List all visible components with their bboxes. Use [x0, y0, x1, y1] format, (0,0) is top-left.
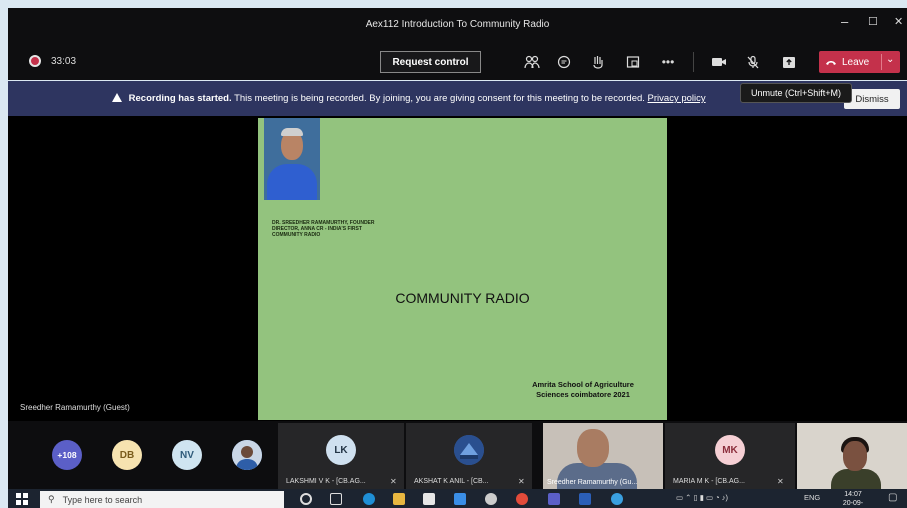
mic-muted-icon: ✕ [390, 477, 397, 486]
clock-date: 20-09-2021 [842, 500, 864, 507]
mic-muted-icon: ✕ [777, 477, 784, 486]
chat-icon[interactable] [554, 52, 574, 72]
phone-hangup-icon [826, 60, 836, 65]
warning-icon [112, 93, 122, 102]
meeting-toolbar: 33:03 Request control ••• Leave ⌄ [8, 44, 907, 80]
leave-label: Leave [842, 56, 870, 68]
participant-avatar: LK [326, 435, 356, 465]
language-indicator[interactable]: ENG [804, 493, 820, 502]
participant-tile[interactable]: AKSHAT K ANIL - [CB... ✕ [406, 423, 532, 489]
more-options-icon[interactable]: ••• [658, 52, 678, 72]
taskbar-clock[interactable]: 14:07 20-09-2021 [838, 490, 868, 508]
tray-icons[interactable]: ▭ ⌃ ▯ ▮ ▭ ◔ ♪) [676, 493, 728, 502]
participant-avatar: MK [715, 435, 745, 465]
app-icon[interactable] [611, 493, 623, 505]
request-control-button[interactable]: Request control [380, 51, 481, 73]
search-icon: ⚲ [48, 494, 55, 504]
dismiss-button[interactable]: Dismiss [844, 89, 900, 109]
participant-tile[interactable]: LK LAKSHMI V K - [CB.AG... ✕ [278, 423, 404, 489]
minimize-icon[interactable]: – [841, 14, 848, 29]
participant-name: MARIA M K - [CB.AG... [673, 478, 745, 485]
edge-icon[interactable] [363, 493, 375, 505]
participants-row: +108 DB NV LK LAKSHMI V K - [CB.AG... ✕ … [8, 421, 907, 489]
slide-footer-line2: Sciences coimbatore 2021 [536, 390, 630, 399]
mic-muted-icon: ✕ [518, 477, 525, 486]
slide-caption: DR. SREEDHER RAMAMURTHY, FOUNDER DIRECTO… [272, 220, 375, 238]
meeting-timer: 33:03 [51, 56, 77, 67]
window-title-bar: Aex112 Introduction To Community Radio –… [8, 8, 907, 44]
presenter-photo [264, 118, 320, 200]
reactions-icon[interactable] [588, 52, 608, 72]
recording-consent-text: This meeting is being recorded. By joini… [234, 93, 645, 104]
recording-icon [29, 55, 41, 67]
participant-video-tile[interactable]: Sreedher Ramamurthy (Gu... [543, 423, 663, 489]
chevron-down-icon[interactable]: ⌄ [886, 54, 894, 65]
share-screen-icon[interactable] [779, 52, 799, 72]
notifications-icon[interactable]: ▢ [888, 492, 897, 503]
slide-heading: COMMUNITY RADIO [395, 290, 530, 306]
toolbar-divider [693, 52, 694, 72]
participant-name: Sreedher Ramamurthy (Gu... [547, 479, 638, 486]
unmute-tooltip: Unmute (Ctrl+Shift+M) [740, 83, 852, 103]
taskbar-search-input[interactable]: ⚲ Type here to search [40, 491, 284, 508]
maximize-icon[interactable]: ☐ [868, 15, 878, 28]
task-view-icon[interactable] [330, 493, 342, 505]
chrome-icon[interactable] [516, 493, 528, 505]
presenter-name-label: Sreedher Ramamurthy (Guest) [20, 403, 130, 412]
more-participants-button[interactable]: +108 [52, 440, 82, 470]
teams-icon[interactable] [548, 493, 560, 505]
clock-time: 14:07 [844, 491, 862, 498]
app-icon[interactable] [485, 493, 497, 505]
participant-avatar[interactable]: DB [112, 440, 142, 470]
leave-button[interactable]: Leave ⌄ [819, 51, 900, 73]
camera-icon[interactable] [709, 52, 729, 72]
participant-photo-avatar[interactable] [232, 440, 262, 470]
mic-muted-icon[interactable] [743, 52, 763, 72]
participant-name: LAKSHMI V K - [CB.AG... [286, 478, 366, 485]
file-explorer-icon[interactable] [393, 493, 405, 505]
rooms-icon[interactable] [623, 52, 643, 72]
meeting-stage: DR. SREEDHER RAMAMURTHY, FOUNDER DIRECTO… [8, 116, 907, 421]
participant-avatar[interactable]: NV [172, 440, 202, 470]
participant-name: AKSHAT K ANIL - [CB... [414, 478, 489, 485]
windows-taskbar: ⚲ Type here to search ▭ ⌃ ▯ ▮ ▭ ◔ ♪) ENG… [8, 489, 907, 508]
search-placeholder: Type here to search [62, 494, 143, 505]
privacy-policy-link[interactable]: Privacy policy [648, 93, 706, 104]
participant-photo-avatar [454, 435, 484, 465]
recording-started-text: Recording has started. [128, 93, 232, 104]
windows-start-icon[interactable] [16, 493, 28, 505]
participant-tile[interactable]: MK MARIA M K - [CB.AG... ✕ [665, 423, 795, 489]
slide-footer-line1: Amrita School of Agriculture [532, 380, 634, 389]
word-icon[interactable] [579, 493, 591, 505]
cortana-icon[interactable] [300, 493, 312, 505]
window-title: Aex112 Introduction To Community Radio [365, 19, 550, 30]
people-icon[interactable] [522, 52, 542, 72]
close-icon[interactable]: ✕ [894, 15, 903, 28]
dropbox-icon[interactable] [454, 493, 466, 505]
participant-video-tile[interactable] [797, 423, 907, 489]
slide-footer: Amrita School of Agriculture Sciences co… [508, 380, 658, 400]
shared-slide: DR. SREEDHER RAMAMURTHY, FOUNDER DIRECTO… [258, 118, 667, 420]
store-icon[interactable] [423, 493, 435, 505]
